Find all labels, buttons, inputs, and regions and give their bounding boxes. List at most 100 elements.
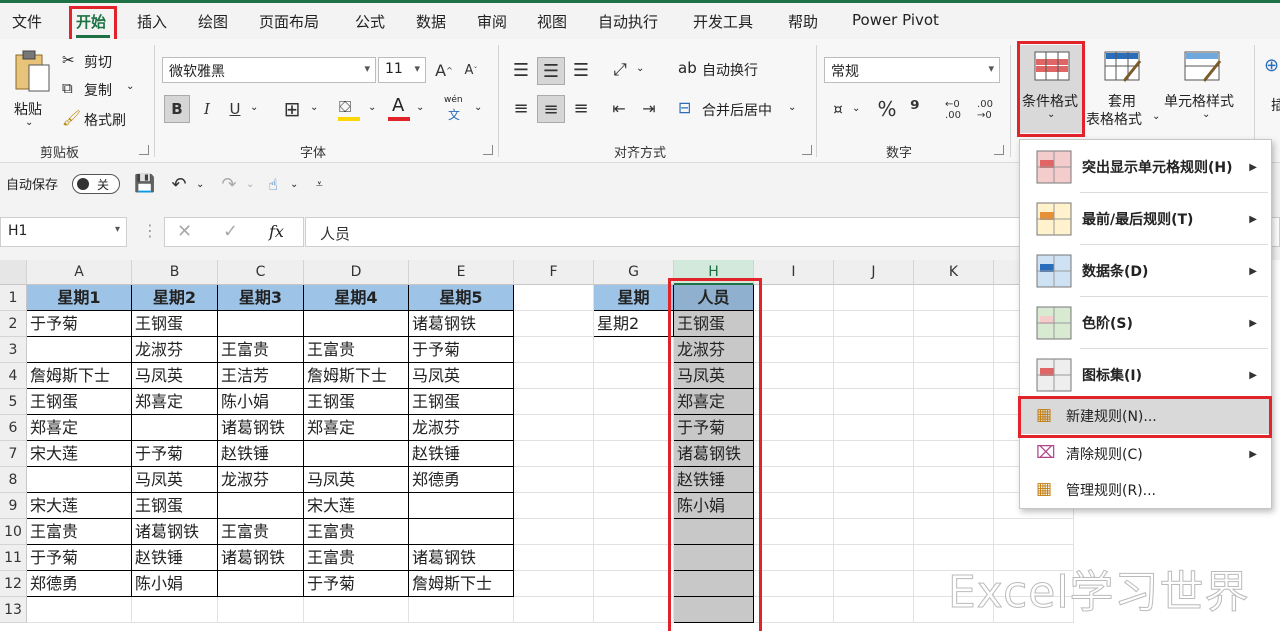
table-header-cell[interactable]: 星期5	[409, 285, 514, 311]
table-cell[interactable]: 王富贵	[304, 337, 409, 363]
cell[interactable]	[594, 571, 674, 597]
table-cell[interactable]: 王钢蛋	[132, 311, 218, 337]
cell[interactable]	[914, 441, 994, 467]
table-cell[interactable]: 王钢蛋	[304, 389, 409, 415]
cell[interactable]	[514, 389, 594, 415]
table-cell[interactable]: 宋大莲	[304, 493, 409, 519]
font-color-button[interactable]: A	[386, 95, 412, 123]
cell[interactable]	[754, 363, 834, 389]
select-all-corner[interactable]	[0, 260, 27, 285]
cell[interactable]	[914, 493, 994, 519]
tab-formulas[interactable]: 公式	[355, 11, 385, 32]
wrap-text-button[interactable]: ab 自动换行	[678, 59, 778, 81]
cell[interactable]	[754, 571, 834, 597]
cell[interactable]	[834, 363, 914, 389]
cell[interactable]	[514, 441, 594, 467]
save-icon[interactable]: 💾	[134, 173, 156, 195]
cell[interactable]	[994, 519, 1074, 545]
decrease-font-size-icon[interactable]: Aˇ	[461, 59, 481, 81]
cell[interactable]	[754, 337, 834, 363]
row-header-9[interactable]: 9	[0, 493, 27, 519]
chevron-down-icon[interactable]: ⌄	[636, 63, 644, 74]
table-cell[interactable]: 王钢蛋	[409, 389, 514, 415]
table-cell[interactable]: 郑喜定	[132, 389, 218, 415]
column-header-b[interactable]: B	[132, 260, 218, 285]
chevron-down-icon[interactable]: ⌄	[368, 102, 376, 113]
cell[interactable]	[914, 337, 994, 363]
menu-item-manage-rules[interactable]: ▦ 管理规则(R)...	[1020, 472, 1271, 508]
cell[interactable]	[754, 415, 834, 441]
table-cell[interactable]: 王富贵	[304, 519, 409, 545]
menu-item-top-bottom[interactable]: 最前/最后规则(T) ▶	[1020, 194, 1271, 244]
table-cell[interactable]: 龙淑芬	[409, 415, 514, 441]
increase-decimal-button[interactable]: ←0 .00	[940, 97, 966, 123]
row-header-11[interactable]: 11	[0, 545, 27, 571]
column-header-f[interactable]: F	[514, 260, 594, 285]
cell[interactable]	[594, 519, 674, 545]
cell[interactable]	[834, 285, 914, 311]
cell[interactable]	[914, 389, 994, 415]
row-header-6[interactable]: 6	[0, 415, 27, 441]
cell[interactable]	[754, 467, 834, 493]
cell[interactable]	[594, 337, 674, 363]
tab-power-pivot[interactable]: Power Pivot	[852, 11, 939, 29]
table-cell[interactable]: 马凤英	[409, 363, 514, 389]
table-cell[interactable]: 诸葛钢铁	[132, 519, 218, 545]
cell[interactable]	[914, 519, 994, 545]
table-cell[interactable]: 郑德勇	[409, 467, 514, 493]
redo-icon[interactable]: ↷	[218, 173, 240, 195]
table-cell[interactable]: 马凤英	[132, 467, 218, 493]
merge-center-button[interactable]: ⊟ 合并后居中 ⌄	[678, 98, 802, 121]
cell[interactable]	[834, 571, 914, 597]
table-cell[interactable]: 马凤英	[304, 467, 409, 493]
font-size-select[interactable]: 11 ▾	[378, 57, 426, 83]
tab-review[interactable]: 审阅	[477, 11, 507, 32]
cell[interactable]	[914, 311, 994, 337]
cell[interactable]	[834, 311, 914, 337]
column-header-j[interactable]: J	[834, 260, 914, 285]
increase-indent-icon[interactable]: ⇥	[636, 95, 662, 121]
cell[interactable]	[914, 467, 994, 493]
table-cell[interactable]: 于予菊	[304, 571, 409, 597]
cell[interactable]	[514, 415, 594, 441]
font-launcher-icon[interactable]	[483, 145, 493, 155]
format-painter-button[interactable]: 🖌 格式刷	[62, 109, 142, 129]
table-cell[interactable]	[132, 415, 218, 441]
menu-item-highlight-rules[interactable]: 突出显示单元格规则(H) ▶	[1020, 142, 1271, 192]
cell[interactable]	[834, 467, 914, 493]
row-header-8[interactable]: 8	[0, 467, 27, 493]
insert-function-button[interactable]: fx	[269, 222, 284, 241]
table-cell[interactable]: 龙淑芬	[132, 337, 218, 363]
align-top-icon[interactable]: ☰	[508, 57, 534, 83]
column-header-a[interactable]: A	[27, 260, 132, 285]
cell[interactable]	[514, 311, 594, 337]
cell[interactable]	[834, 337, 914, 363]
chevron-down-icon[interactable]: ⌄	[474, 102, 482, 113]
name-box[interactable]: H1 ▾	[0, 217, 127, 247]
cell[interactable]	[754, 597, 834, 623]
cell[interactable]	[834, 519, 914, 545]
cell[interactable]	[514, 571, 594, 597]
table-cell[interactable]	[304, 441, 409, 467]
row-header-12[interactable]: 12	[0, 571, 27, 597]
cell-styles-button[interactable]: 单元格样式 ⌄	[1164, 45, 1244, 133]
alignment-launcher-icon[interactable]	[802, 145, 812, 155]
table-cell[interactable]: 赵铁锤	[218, 441, 304, 467]
table-cell[interactable]: 王富贵	[304, 545, 409, 571]
table-cell[interactable]	[218, 571, 304, 597]
table-cell[interactable]: 诸葛钢铁	[218, 545, 304, 571]
tab-data[interactable]: 数据	[416, 11, 446, 32]
cell[interactable]	[914, 415, 994, 441]
table-cell[interactable]: 王富贵	[27, 519, 132, 545]
chevron-down-icon[interactable]: ⌄	[290, 179, 298, 190]
menu-item-clear-rules[interactable]: ⌧ 清除规则(C) ▶	[1020, 436, 1271, 472]
customize-qat-icon[interactable]: ⩡	[316, 177, 323, 192]
column-header-e[interactable]: E	[409, 260, 514, 285]
cell[interactable]	[409, 597, 514, 623]
clipboard-launcher-icon[interactable]	[139, 145, 149, 155]
row-header-3[interactable]: 3	[0, 337, 27, 363]
cell[interactable]	[834, 441, 914, 467]
table-cell[interactable]: 诸葛钢铁	[218, 415, 304, 441]
cell[interactable]	[27, 597, 132, 623]
column-header-g[interactable]: G	[594, 260, 674, 285]
